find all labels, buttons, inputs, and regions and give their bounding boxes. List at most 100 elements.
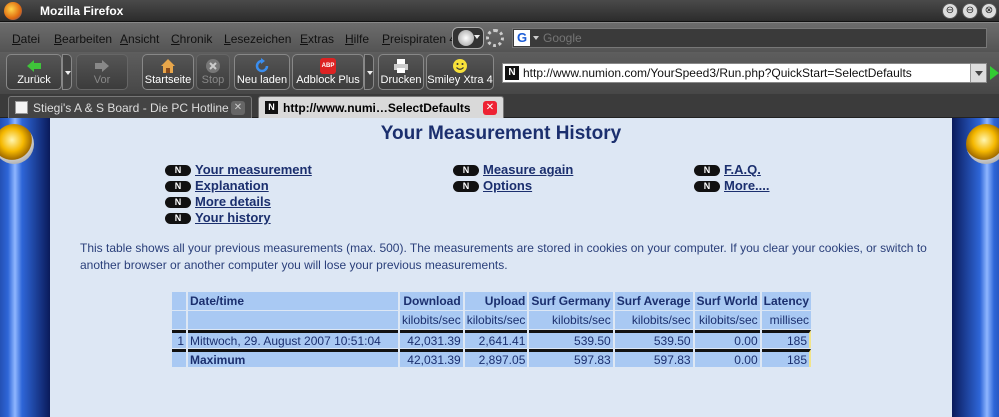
max-latency: 185 <box>761 349 812 367</box>
close-tab-icon[interactable]: ✕ <box>483 101 497 115</box>
close-window-button[interactable]: ⊗ <box>981 3 997 19</box>
adblock-plus-button[interactable]: ABP Adblock Plus <box>292 54 364 90</box>
minimize-button[interactable]: ⊖ <box>942 3 958 19</box>
row-download: 42,031.39 <box>400 330 463 348</box>
unit-cell: kilobits/sec <box>529 311 613 329</box>
table-header-row: Date/time Download Upload Surf Germany S… <box>172 292 812 310</box>
numion-badge-icon: N <box>694 181 720 192</box>
menu-bearbeiten[interactable]: Bearbeiten <box>54 32 112 46</box>
header-datetime: Date/time <box>188 292 398 310</box>
home-button[interactable]: Startseite <box>142 54 194 90</box>
index-header <box>172 292 186 310</box>
intro-text: This table shows all your previous measu… <box>80 241 927 272</box>
tab-label: http://www.numi…SelectDefaults <box>283 101 471 115</box>
numion-badge-icon: N <box>453 181 479 192</box>
back-history-dropdown[interactable] <box>62 54 72 90</box>
unit-cell: kilobits/sec <box>400 311 463 329</box>
unit-cell <box>188 311 398 329</box>
printer-icon <box>394 59 408 73</box>
search-input[interactable] <box>543 29 983 47</box>
url-history-dropdown[interactable] <box>970 64 986 82</box>
maximum-label: Maximum <box>188 349 398 367</box>
orb-icon <box>966 124 999 164</box>
back-button[interactable]: Zurück <box>6 54 62 90</box>
extension-button[interactable] <box>452 27 484 49</box>
header-upload: Upload <box>464 292 528 310</box>
page-body: Your Measurement History N Your measurem… <box>50 118 952 417</box>
back-arrow-icon <box>27 60 41 72</box>
menu-hilfe[interactable]: Hilfe <box>345 32 369 46</box>
maximize-button[interactable]: ⊖ <box>962 3 978 19</box>
tab-label: Stiegi's A & S Board - Die PC Hotline <box>33 101 229 115</box>
tab-numion[interactable]: N http://www.numi…SelectDefaults ✕ <box>258 96 504 118</box>
url-bar: N <box>502 63 987 83</box>
tab-bar: Stiegi's A & S Board - Die PC Hotline ✕ … <box>0 94 999 118</box>
stop-label: Stop <box>201 74 225 86</box>
menu-ansicht[interactable]: Ansicht <box>120 32 159 46</box>
smiley-xtra-button[interactable]: Smiley Xtra 4 <box>426 54 494 90</box>
google-search-engine-icon[interactable]: G <box>514 30 530 46</box>
menu-datei[interactable]: Datei <box>12 32 40 46</box>
menu-lesezeichen[interactable]: Lesezeichen <box>224 32 291 46</box>
smiley-icon <box>453 59 467 73</box>
orb-icon <box>0 124 34 164</box>
smiley-xtra-label: Smiley Xtra 4 <box>427 74 493 86</box>
table-maximum-row: Maximum 42,031.39 2,897.05 597.83 597.83… <box>172 349 812 367</box>
stop-button[interactable]: Stop <box>196 54 230 90</box>
print-label: Drucken <box>380 74 422 86</box>
home-label: Startseite <box>144 74 192 86</box>
menu-preispiraten[interactable]: Preispiraten 4 <box>382 32 456 46</box>
row-index: 1 <box>172 330 186 348</box>
search-engine-dropdown-icon[interactable] <box>533 36 539 40</box>
adblock-plus-label: Adblock Plus <box>296 74 360 86</box>
numion-badge-icon: N <box>165 197 191 208</box>
numion-badge-icon: N <box>165 213 191 224</box>
numion-badge-icon: N <box>165 181 191 192</box>
max-surf-world: 0.00 <box>694 349 760 367</box>
close-tab-icon[interactable]: ✕ <box>231 101 245 115</box>
print-button[interactable]: Drucken <box>378 54 424 90</box>
reload-button[interactable]: Neu laden <box>234 54 290 90</box>
unit-cell: kilobits/sec <box>694 311 760 329</box>
adblock-plus-icon: ABP <box>320 58 336 74</box>
url-input[interactable] <box>523 64 963 82</box>
row-latency: 185 <box>761 330 812 348</box>
menu-chronik[interactable]: Chronik <box>171 32 212 46</box>
decorative-pillar-left <box>0 118 50 417</box>
chevron-down-icon <box>474 35 480 39</box>
tab-stiegis-board[interactable]: Stiegi's A & S Board - Die PC Hotline ✕ <box>8 96 252 118</box>
unit-cell: kilobits/sec <box>614 311 693 329</box>
max-surf-germany: 597.83 <box>529 349 613 367</box>
firefox-logo-icon <box>4 2 22 20</box>
browser-content: Your Measurement History N Your measurem… <box>0 118 999 417</box>
back-label: Zurück <box>17 74 51 86</box>
decorative-pillar-right <box>952 118 999 417</box>
page-icon <box>15 101 28 114</box>
gear-icon[interactable] <box>486 29 504 47</box>
menu-bar: Datei Bearbeiten Ansicht Chronik Lesezei… <box>0 22 999 52</box>
menu-extras[interactable]: Extras <box>300 32 334 46</box>
go-arrow-icon[interactable] <box>990 66 999 80</box>
adblock-plus-dropdown[interactable] <box>364 54 374 90</box>
reload-icon <box>255 58 269 73</box>
numion-badge-icon: N <box>165 165 191 176</box>
numion-badge-icon: N <box>694 165 720 176</box>
forward-button[interactable]: Vor <box>76 54 128 90</box>
window-title: Mozilla Firefox <box>40 4 124 18</box>
forward-label: Vor <box>93 74 111 86</box>
max-download: 42,031.39 <box>400 349 463 367</box>
measurement-history-table: Date/time Download Upload Surf Germany S… <box>170 291 813 368</box>
forward-arrow-icon <box>95 60 109 72</box>
reload-label: Neu laden <box>236 74 288 86</box>
row-upload: 2,641.41 <box>464 330 528 348</box>
window-titlebar: Mozilla Firefox ⊖ ⊖ ⊗ <box>0 0 999 22</box>
max-upload: 2,897.05 <box>464 349 528 367</box>
header-surf-world: Surf World <box>694 292 760 310</box>
row-datetime: Mittwoch, 29. August 2007 10:51:04 <box>188 330 398 348</box>
globe-icon <box>458 30 474 46</box>
table-units-row: kilobits/sec kilobits/sec kilobits/sec k… <box>172 311 812 329</box>
navigation-toolbar: Zurück Vor Startseite Stop Neu laden ABP… <box>0 52 999 94</box>
unit-cell: millisec <box>761 311 812 329</box>
numion-favicon-icon: N <box>265 101 278 114</box>
home-icon <box>161 59 175 73</box>
